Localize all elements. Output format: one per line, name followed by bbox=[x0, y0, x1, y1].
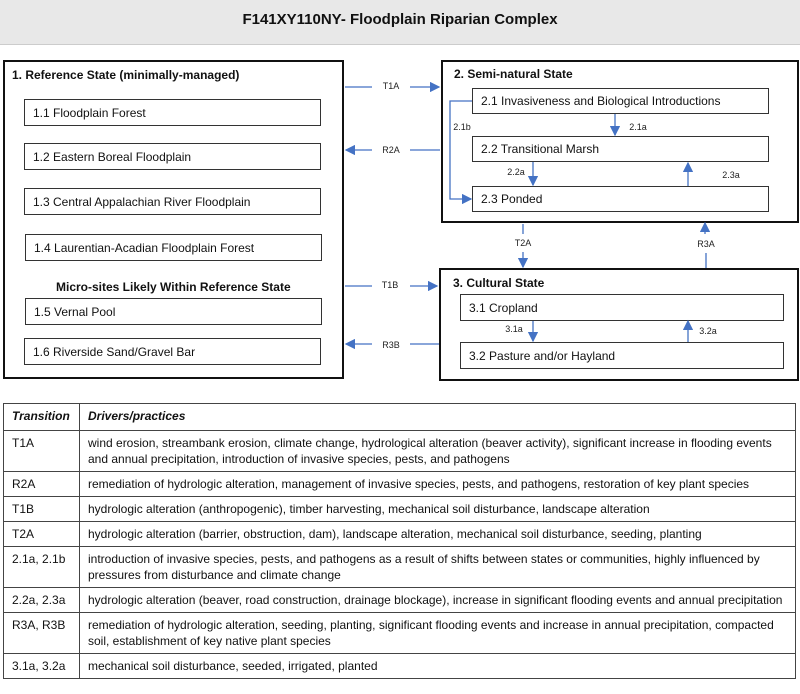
label-r3a: R3A bbox=[697, 239, 715, 249]
transition-cell: 3.1a, 3.2a bbox=[3, 653, 80, 679]
table-row: R2A remediation of hydrologic alteration,… bbox=[3, 471, 796, 497]
label-2-1b: 2.1b bbox=[453, 122, 471, 132]
arrow-2-1b bbox=[449, 100, 473, 205]
transition-drivers-table: Transition Drivers/practices T1A wind ero… bbox=[3, 403, 796, 679]
label-r3b: R3B bbox=[382, 340, 400, 350]
table-row: T1A wind erosion, streambank erosion, cli… bbox=[3, 430, 796, 472]
drivers-cell: hydrologic alteration (anthropogenic), t… bbox=[79, 496, 796, 522]
label-3-2a: 3.2a bbox=[699, 326, 717, 336]
transition-cell: 2.1a, 2.1b bbox=[3, 546, 80, 588]
transition-cell: R2A bbox=[3, 471, 80, 497]
label-3-1a: 3.1a bbox=[505, 324, 523, 334]
transition-cell: T1B bbox=[3, 496, 80, 522]
table-row: 3.1a, 3.2a mechanical soil disturbance, s… bbox=[3, 653, 796, 679]
table-row: 2.1a, 2.1b introduction of invasive speci… bbox=[3, 546, 796, 588]
drivers-cell: hydrologic alteration (barrier, obstruct… bbox=[79, 521, 796, 547]
table-header-row: Transition Drivers/practices bbox=[3, 403, 796, 431]
drivers-cell: wind erosion, streambank erosion, climat… bbox=[79, 430, 796, 472]
drivers-cell: remediation of hydrologic alteration, se… bbox=[79, 612, 796, 654]
drivers-cell: hydrologic alteration (beaver, road cons… bbox=[79, 587, 796, 613]
transition-cell: R3A, R3B bbox=[3, 612, 80, 654]
transition-cell: T2A bbox=[3, 521, 80, 547]
label-2-2a: 2.2a bbox=[507, 167, 525, 177]
drivers-cell: remediation of hydrologic alteration, ma… bbox=[79, 471, 796, 497]
transition-cell: T1A bbox=[3, 430, 80, 472]
label-2-1a: 2.1a bbox=[629, 122, 647, 132]
table-row: T2A hydrologic alteration (barrier, obstr… bbox=[3, 521, 796, 547]
table-row: T1B hydrologic alteration (anthropogenic)… bbox=[3, 496, 796, 522]
table-row: 2.2a, 2.3a hydrologic alteration (beaver,… bbox=[3, 587, 796, 613]
column-header-drivers: Drivers/practices bbox=[79, 403, 796, 431]
transition-arrows bbox=[0, 0, 800, 400]
table-row: R3A, R3B remediation of hydrologic altera… bbox=[3, 612, 796, 654]
label-2-3a: 2.3a bbox=[722, 170, 740, 180]
drivers-cell: introduction of invasive species, pests,… bbox=[79, 546, 796, 588]
label-t2a: T2A bbox=[514, 238, 532, 248]
label-t1b: T1B bbox=[381, 280, 399, 290]
column-header-transition: Transition bbox=[3, 403, 80, 431]
label-t1a: T1A bbox=[382, 81, 400, 91]
drivers-cell: mechanical soil disturbance, seeded, irr… bbox=[79, 653, 796, 679]
label-r2a: R2A bbox=[382, 145, 400, 155]
transition-cell: 2.2a, 2.3a bbox=[3, 587, 80, 613]
